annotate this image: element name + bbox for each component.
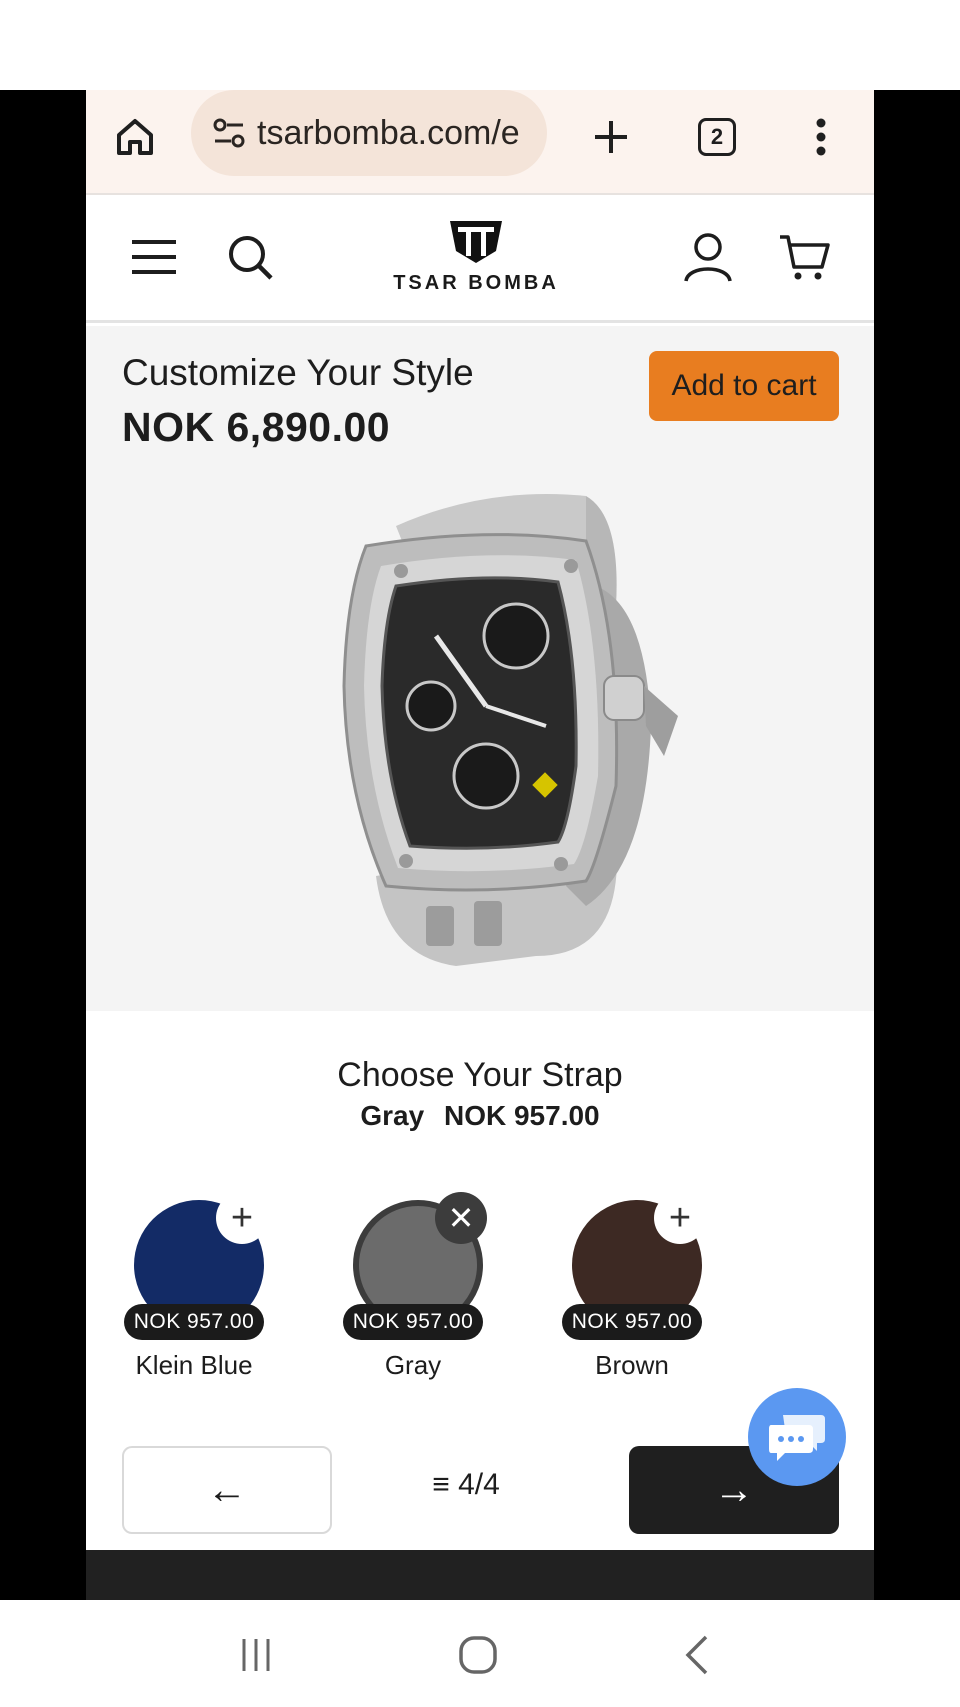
- chat-bubbles-icon[interactable]: [748, 1388, 846, 1486]
- status-bar: [0, 0, 960, 90]
- close-icon[interactable]: ✕: [435, 1192, 487, 1244]
- tune-icon[interactable]: [209, 113, 249, 153]
- price-badge: NOK 957.00: [343, 1304, 483, 1340]
- letterbox-left: [0, 90, 86, 1600]
- strap-option-klein-blue[interactable]: + NOK 957.00 Klein Blue: [124, 1192, 274, 1400]
- browser-toolbar: tsarbomba.com/e 2: [86, 90, 874, 195]
- android-nav-bar: [0, 1600, 960, 1707]
- search-icon[interactable]: [226, 233, 274, 281]
- strap-option-brown[interactable]: + NOK 957.00 Brown: [562, 1192, 712, 1400]
- brand-wordmark: TSAR BOMBA: [393, 272, 559, 294]
- url-text[interactable]: tsarbomba.com/e: [257, 114, 520, 153]
- watch-image: [342, 494, 678, 966]
- prev-step-button[interactable]: ←: [122, 1446, 332, 1534]
- more-vert-icon[interactable]: [796, 112, 846, 162]
- user-icon[interactable]: [682, 231, 734, 283]
- step-indicator: ≡ 4/4: [386, 1468, 546, 1502]
- site-header: TSAR BOMBA: [86, 197, 874, 323]
- list-icon: ≡: [432, 1468, 450, 1501]
- address-bar[interactable]: tsarbomba.com/e: [191, 90, 547, 176]
- strap-section-title: Choose Your Strap: [337, 1056, 623, 1094]
- selected-strap-name: Gray: [360, 1100, 425, 1131]
- hamburger-icon[interactable]: [130, 237, 178, 277]
- recents-icon[interactable]: [226, 1630, 286, 1680]
- selected-strap-summary: Gray NOK 957.00: [86, 1100, 874, 1132]
- product-title: Customize Your Style: [122, 352, 474, 393]
- arrow-left-icon: ←: [207, 1467, 247, 1512]
- tab-switcher-button[interactable]: 2: [692, 112, 742, 162]
- phone-screen: tsarbomba.com/e 2 TSAR BOMBA Customize Y…: [86, 90, 874, 1600]
- selected-strap-price: NOK 957.00: [443, 1100, 600, 1131]
- logo-mark-icon: [450, 221, 502, 263]
- add-to-cart-button[interactable]: Add to cart: [649, 351, 839, 421]
- home-circle-icon[interactable]: [448, 1630, 508, 1680]
- price-badge: NOK 957.00: [562, 1304, 702, 1340]
- strap-option-gray[interactable]: ✕ NOK 957.00 Gray: [343, 1192, 493, 1400]
- plus-icon[interactable]: +: [216, 1192, 268, 1244]
- step-count: 4/4: [458, 1468, 500, 1501]
- brand-logo[interactable]: TSAR BOMBA: [386, 215, 566, 305]
- product-hero: Customize Your Style NOK 6,890.00 Add to…: [86, 326, 874, 1011]
- letterbox-right: [874, 90, 960, 1600]
- footer-strip: [86, 1550, 874, 1600]
- back-icon[interactable]: [668, 1630, 728, 1680]
- home-icon[interactable]: [110, 112, 160, 162]
- price-badge: NOK 957.00: [124, 1304, 264, 1340]
- plus-icon[interactable]: [586, 112, 636, 162]
- product-price: NOK 6,890.00: [122, 404, 391, 450]
- plus-icon[interactable]: +: [654, 1192, 706, 1244]
- swatch-label: Klein Blue: [135, 1350, 253, 1380]
- arrow-right-icon: →: [714, 1467, 754, 1512]
- swatch-label: Gray: [384, 1350, 442, 1380]
- tab-count: 2: [698, 118, 736, 156]
- cart-icon[interactable]: [778, 231, 830, 283]
- swatch-label: Brown: [595, 1350, 669, 1380]
